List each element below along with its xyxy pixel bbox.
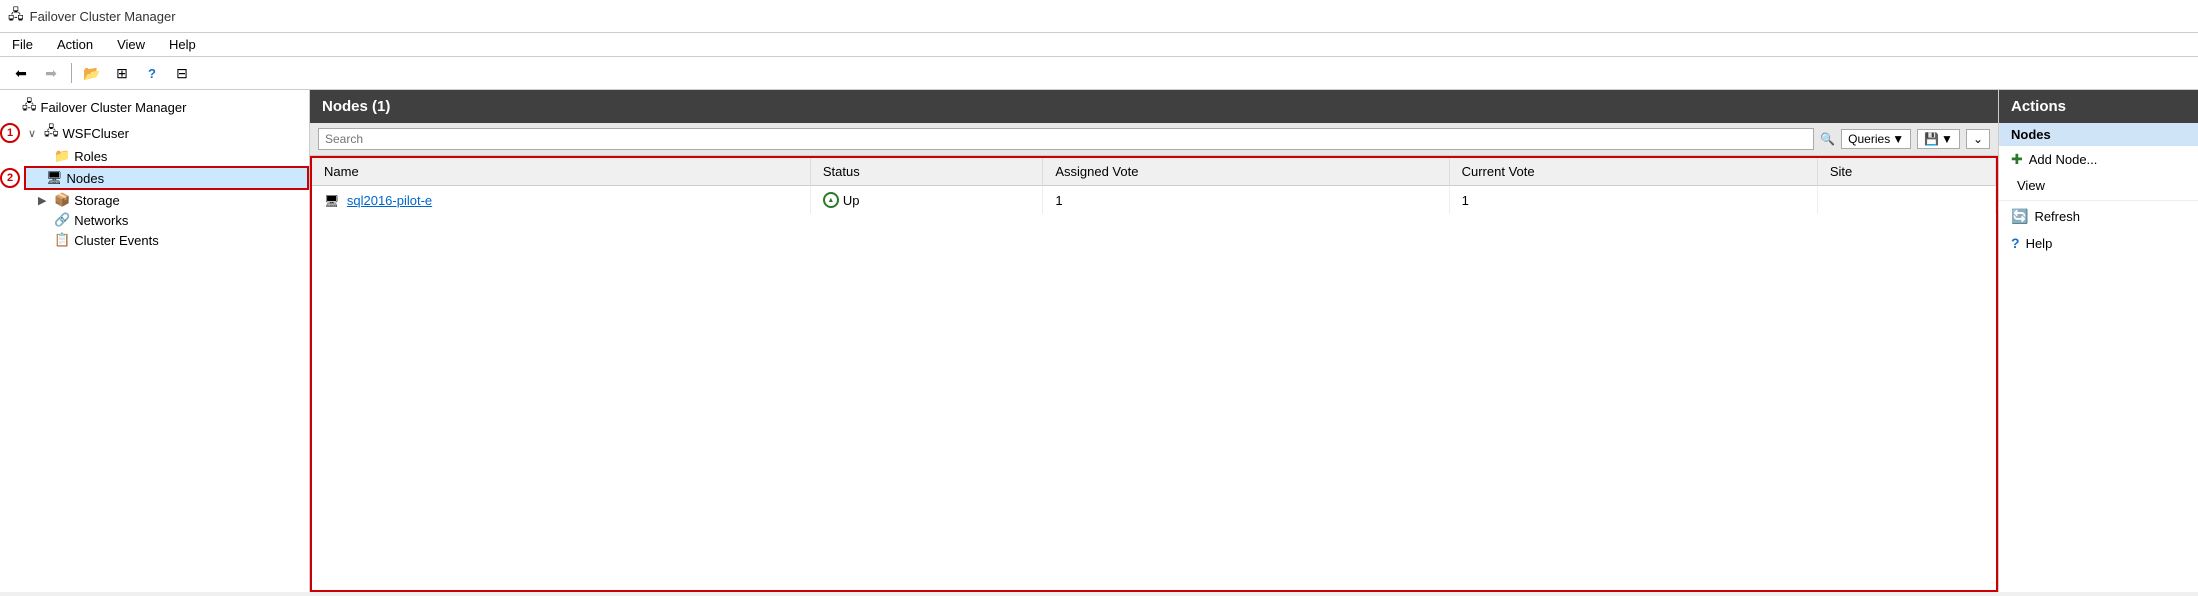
app-icon: 🖧 [8, 4, 24, 28]
tree-item-nodes[interactable]: 🖥 Nodes [24, 166, 309, 190]
cell-site [1817, 186, 1995, 215]
node-icon: 🖥 [324, 194, 339, 208]
tree-label-root: Failover Cluster Manager [41, 100, 187, 115]
nodes-header: Nodes (1) [310, 90, 1998, 123]
wsf-icon: 🖧 [44, 122, 59, 144]
actions-section-label: Nodes [2011, 127, 2051, 142]
status-icon [823, 192, 839, 208]
queries-button[interactable]: Queries ▼ [1841, 129, 1911, 149]
chevron-storage: ▶ [38, 194, 50, 207]
add-node-icon: ✚ [2011, 151, 2023, 168]
actions-title: Actions [2011, 98, 2066, 115]
nodes-icon: 🖥 [46, 170, 63, 186]
save-icon: 💾 [1924, 132, 1939, 146]
chevron-wsf: ∨ [28, 127, 40, 140]
actions-header: Actions [1999, 90, 2198, 123]
center-panel: Nodes (1) 🔍 Queries ▼ 💾 ▼ ⌄ 3 [310, 90, 1998, 592]
menu-bar: File Action View Help [0, 33, 2198, 57]
cell-name[interactable]: 🖥 sql2016-pilot-e [312, 186, 810, 215]
help-label: Help [2026, 236, 2053, 251]
action-divider [1999, 200, 2198, 201]
tree-item-networks[interactable]: 🔗 Networks [0, 210, 309, 230]
details-view-button[interactable]: ⊟ [169, 61, 195, 85]
action-add-node[interactable]: ✚ Add Node... [1999, 146, 2198, 173]
save-button[interactable]: 💾 ▼ [1917, 129, 1960, 149]
menu-file[interactable]: File [8, 35, 37, 54]
tree-label-nodes: Nodes [67, 171, 105, 186]
view-label: View [2017, 178, 2045, 193]
node-name-link[interactable]: sql2016-pilot-e [347, 193, 432, 208]
table-header-row: Name Status Assigned Vote Current Vote S… [312, 158, 1996, 186]
tree-label-wsf: WSFCluser [63, 126, 129, 141]
refresh-icon: 🔄 [2011, 208, 2028, 225]
nodes-title: Nodes (1) [322, 98, 390, 115]
tree-label-events: Cluster Events [74, 233, 159, 248]
col-current-vote: Current Vote [1449, 158, 1817, 186]
tree-item-root[interactable]: 🖧 Failover Cluster Manager [0, 94, 309, 120]
tree-panel: 🖧 Failover Cluster Manager 1 ∨ 🖧 WSFClus… [0, 90, 310, 592]
expand-button[interactable]: ⌄ [1966, 129, 1990, 149]
events-icon: 📋 [54, 232, 70, 248]
cell-status: Up [810, 186, 1042, 215]
back-button[interactable]: ⬅ [8, 61, 34, 85]
open-folder-button[interactable]: 📂 [79, 61, 105, 85]
tree-item-storage[interactable]: ▶ 📦 Storage [0, 190, 309, 210]
queries-dropdown-icon: ▼ [1892, 132, 1904, 146]
table-row[interactable]: 🖥 sql2016-pilot-e Up 1 1 [312, 186, 1996, 215]
roles-icon: 📁 [54, 148, 70, 164]
refresh-label: Refresh [2034, 209, 2080, 224]
table-wrapper: 3 Name Status Assigned Vote Current Vote… [310, 156, 1998, 592]
action-view[interactable]: View [1999, 173, 2198, 198]
search-input[interactable] [318, 128, 1814, 150]
storage-icon: 📦 [54, 192, 70, 208]
cell-assigned-vote: 1 [1043, 186, 1449, 215]
forward-button[interactable]: ➡ [38, 61, 64, 85]
toolbar: ⬅ ➡ 📂 ⊞ ? ⊟ [0, 57, 2198, 90]
main-layout: 🖧 Failover Cluster Manager 1 ∨ 🖧 WSFClus… [0, 90, 2198, 592]
tree-row-nodes: 2 🖥 Nodes [0, 166, 309, 190]
queries-label: Queries [1848, 132, 1890, 146]
annotation-1: 1 [0, 123, 20, 143]
help-button[interactable]: ? [139, 61, 165, 85]
menu-help[interactable]: Help [165, 35, 200, 54]
tree-label-roles: Roles [74, 149, 107, 164]
search-icon: 🔍 [1820, 132, 1835, 146]
col-name: Name [312, 158, 810, 186]
grid-view-button[interactable]: ⊞ [109, 61, 135, 85]
annotation-2: 2 [0, 168, 20, 188]
tree-item-cluster-events[interactable]: 📋 Cluster Events [0, 230, 309, 250]
action-refresh[interactable]: 🔄 Refresh [1999, 203, 2198, 230]
toolbar-separator-1 [71, 63, 72, 83]
title-bar: 🖧 Failover Cluster Manager [0, 0, 2198, 33]
col-status: Status [810, 158, 1042, 186]
col-assigned-vote: Assigned Vote [1043, 158, 1449, 186]
tree-item-wsf[interactable]: ∨ 🖧 WSFCluser [24, 120, 309, 146]
tree-item-roles[interactable]: 📁 Roles [0, 146, 309, 166]
help-icon: ? [2011, 235, 2020, 251]
expand-icon: ⌄ [1973, 132, 1983, 146]
actions-section-nodes: Nodes [1999, 123, 2198, 146]
actions-panel: Actions Nodes ✚ Add Node... View 🔄 Refre… [1998, 90, 2198, 592]
status-up-container: Up [823, 192, 1030, 208]
action-help[interactable]: ? Help [1999, 230, 2198, 256]
grid-icon-root: 🖧 [22, 96, 37, 118]
add-node-label: Add Node... [2029, 152, 2098, 167]
table-container: Name Status Assigned Vote Current Vote S… [310, 156, 1998, 592]
menu-action[interactable]: Action [53, 35, 97, 54]
status-text: Up [843, 193, 860, 208]
search-bar: 🔍 Queries ▼ 💾 ▼ ⌄ [310, 123, 1998, 156]
col-site: Site [1817, 158, 1995, 186]
tree-row-wsf: 1 ∨ 🖧 WSFCluser [0, 120, 309, 146]
tree-label-storage: Storage [74, 193, 120, 208]
data-table: Name Status Assigned Vote Current Vote S… [312, 158, 1996, 214]
save-dropdown-icon: ▼ [1941, 132, 1953, 146]
networks-icon: 🔗 [54, 212, 70, 228]
menu-view[interactable]: View [113, 35, 149, 54]
cell-current-vote: 1 [1449, 186, 1817, 215]
tree-label-networks: Networks [74, 213, 128, 228]
app-title: Failover Cluster Manager [30, 9, 176, 24]
